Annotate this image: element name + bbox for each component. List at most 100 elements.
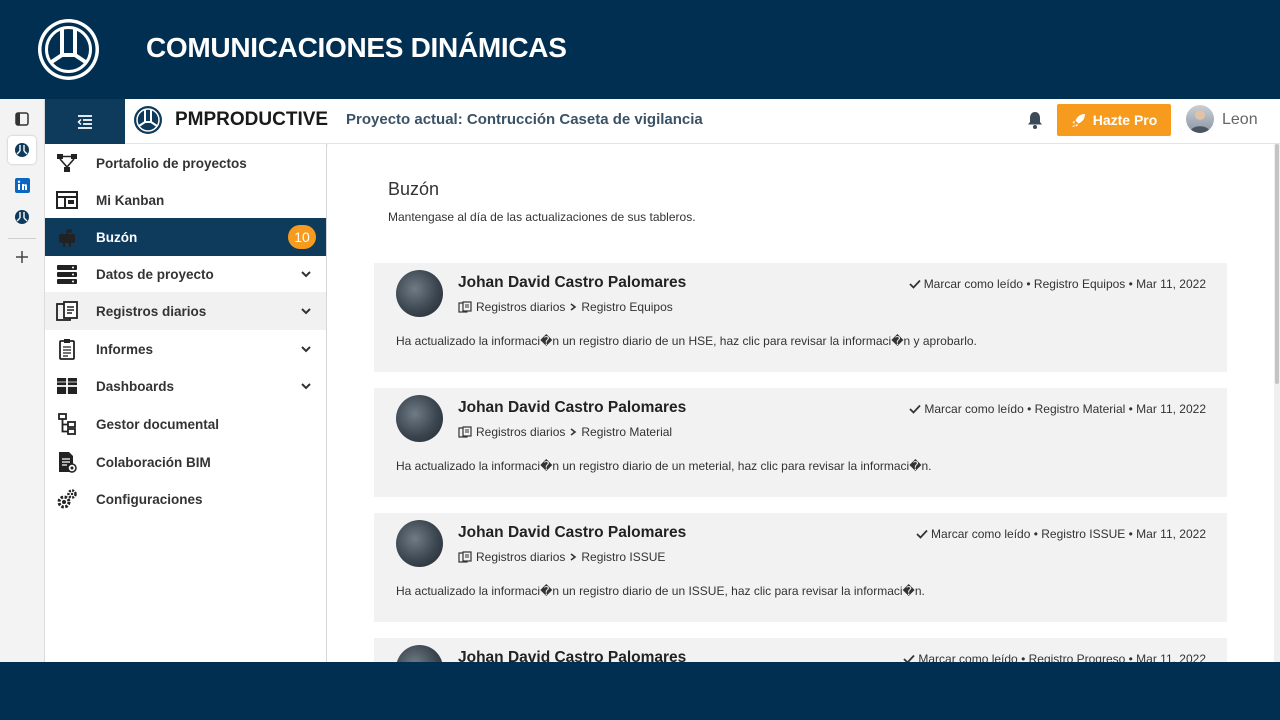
sidebar-item-label: Portafolio de proyectos: [96, 155, 247, 171]
message-meta[interactable]: Marcar como leído • Registro Equipos • M…: [909, 277, 1206, 291]
check-icon: [909, 279, 921, 289]
slide-banner: COMUNICACIONES DINÁMICAS: [0, 0, 1280, 99]
message-card[interactable]: Johan David Castro Palomares Marcar como…: [374, 638, 1227, 662]
brand-name: PMPRODUCTIVE: [175, 109, 329, 130]
mark-read-meta: Marcar como leído • Registro ISSUE • Mar…: [931, 527, 1206, 541]
breadcrumb: Registros diarios Registro Material: [458, 425, 672, 439]
main-scrollbar[interactable]: [1274, 144, 1280, 662]
sidebar-item-buzon[interactable]: Buzón 10: [45, 218, 326, 256]
daily-log-icon: [458, 301, 472, 313]
chevron-down-icon: [301, 308, 311, 315]
check-icon: [903, 654, 916, 662]
pmproductive-shortcut-icon[interactable]: [8, 203, 36, 231]
go-pro-button[interactable]: Hazte Pro: [1057, 104, 1171, 136]
sidebar-item-colaboracion-bim[interactable]: Colaboración BIM: [45, 443, 326, 481]
rocket-icon: [1071, 113, 1085, 127]
author-avatar: [396, 520, 443, 567]
app-logo-icon[interactable]: [133, 105, 163, 135]
sidebar: Portafolio de proyectos Mi Kanban Buzón …: [45, 144, 327, 662]
app-header: PMPRODUCTIVE Proyecto actual: Contrucció…: [45, 99, 1280, 144]
breadcrumb-root: Registros diarios: [476, 425, 566, 439]
sidebar-item-gestor-documental[interactable]: Gestor documental: [45, 405, 326, 443]
message-body: Ha actualizado la informaci�n un registr…: [396, 584, 925, 598]
sidebar-item-label: Datos de proyecto: [96, 266, 214, 282]
page-subtitle: Mantengase al día de las actualizaciones…: [388, 210, 696, 224]
author-avatar: [396, 645, 443, 662]
slide-footer-band: [0, 662, 1280, 720]
scrollbar-thumb[interactable]: [1275, 144, 1279, 384]
sidebar-item-label: Gestor documental: [96, 416, 220, 432]
daily-log-icon: [458, 426, 472, 438]
bim-icon: [59, 452, 77, 473]
sidebar-item-registros-diarios[interactable]: Registros diarios: [45, 292, 326, 330]
kanban-icon: [56, 191, 78, 209]
sidebar-item-datos-proyecto[interactable]: Datos de proyecto: [45, 255, 326, 293]
document-tree-icon: [58, 413, 76, 435]
message-card[interactable]: Johan David Castro Palomares Marcar como…: [374, 263, 1227, 372]
chevron-down-icon: [301, 346, 311, 353]
chevron-right-icon: [570, 428, 577, 436]
chevron-down-icon: [301, 271, 311, 278]
breadcrumb-leaf: Registro ISSUE: [581, 550, 666, 564]
company-logo-icon: [38, 19, 99, 80]
mailbox-icon: [59, 229, 75, 247]
message-card[interactable]: Johan David Castro Palomares Marcar como…: [374, 388, 1227, 497]
mark-read-meta: Marcar como leído • Registro Equipos • M…: [923, 277, 1206, 291]
browser-side-rail: [0, 99, 45, 662]
message-author: Johan David Castro Palomares: [458, 524, 687, 541]
database-icon: [57, 265, 77, 284]
collapse-menu-icon: [77, 114, 92, 129]
slide-title: COMUNICACIONES DINÁMICAS: [146, 32, 567, 63]
menu-toggle-button[interactable]: [45, 99, 125, 144]
sidebar-item-configuraciones[interactable]: Configuraciones: [45, 480, 326, 518]
user-name[interactable]: Leon: [1222, 111, 1258, 129]
message-meta[interactable]: Marcar como leído • Registro Material • …: [909, 402, 1206, 416]
unread-count-badge: 10: [288, 225, 316, 249]
sidebar-item-label: Configuraciones: [96, 491, 203, 507]
message-body: Ha actualizado la informaci�n un registr…: [396, 334, 977, 348]
mark-read-meta: Marcar como leído • Registro Material • …: [924, 402, 1206, 416]
breadcrumb-root: Registros diarios: [476, 550, 566, 564]
dashboard-icon: [57, 378, 77, 394]
message-author: Johan David Castro Palomares: [458, 274, 687, 291]
check-icon: [916, 529, 928, 539]
user-avatar[interactable]: [1186, 105, 1214, 133]
gear-icon: [57, 489, 77, 509]
go-pro-label: Hazte Pro: [1092, 112, 1158, 128]
daily-log-icon: [56, 301, 78, 321]
inbox-panel: Buzón Mantengase al día de las actualiza…: [328, 144, 1274, 662]
sidebar-item-label: Dashboards: [96, 378, 175, 394]
report-icon: [59, 339, 75, 360]
daily-log-icon: [458, 551, 472, 563]
rail-divider: [8, 238, 36, 239]
linkedin-icon[interactable]: [8, 171, 36, 199]
mark-read-meta: Marcar como leído • Registro Progreso • …: [918, 652, 1206, 662]
breadcrumb-leaf: Registro Material: [581, 425, 673, 439]
pmproductive-tab-icon[interactable]: [8, 136, 36, 164]
page-title: Buzón: [388, 179, 440, 199]
sidebar-item-portafolio[interactable]: Portafolio de proyectos: [45, 144, 326, 182]
add-icon[interactable]: [8, 243, 36, 271]
message-author: Johan David Castro Palomares: [458, 649, 687, 662]
breadcrumb: Registros diarios Registro ISSUE: [458, 550, 665, 564]
sidebar-item-label: Buzón: [96, 229, 138, 245]
author-avatar: [396, 395, 443, 442]
current-project: Proyecto actual: Contrucción Caseta de v…: [346, 111, 703, 128]
breadcrumb: Registros diarios Registro Equipos: [458, 300, 673, 314]
author-avatar: [396, 270, 443, 317]
chevron-right-icon: [570, 303, 577, 311]
sidebar-item-dashboards[interactable]: Dashboards: [45, 367, 326, 405]
sidebar-toggle-icon[interactable]: [8, 105, 36, 133]
message-card[interactable]: Johan David Castro Palomares Marcar como…: [374, 513, 1227, 622]
sidebar-item-label: Colaboración BIM: [96, 454, 211, 470]
sidebar-item-informes[interactable]: Informes: [45, 330, 326, 368]
message-meta[interactable]: Marcar como leído • Registro ISSUE • Mar…: [916, 527, 1206, 541]
sidebar-item-label: Registros diarios: [96, 303, 207, 319]
message-body: Ha actualizado la informaci�n un registr…: [396, 459, 932, 473]
breadcrumb-root: Registros diarios: [476, 300, 566, 314]
chevron-down-icon: [301, 383, 311, 390]
message-meta[interactable]: Marcar como leído • Registro Progreso • …: [903, 652, 1206, 662]
sidebar-item-kanban[interactable]: Mi Kanban: [45, 181, 326, 219]
bell-icon[interactable]: [1025, 110, 1045, 130]
breadcrumb-leaf: Registro Equipos: [581, 300, 673, 314]
